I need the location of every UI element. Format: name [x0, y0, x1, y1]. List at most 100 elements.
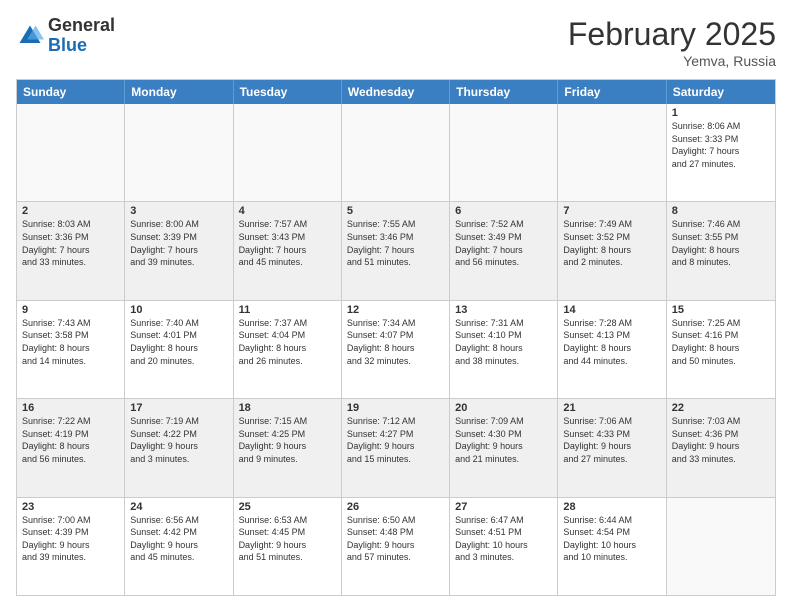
day-number: 21: [563, 402, 660, 414]
header: General Blue February 2025 Yemva, Russia: [16, 16, 776, 69]
day-number: 16: [22, 402, 119, 414]
cal-cell-21: 21Sunrise: 7:06 AM Sunset: 4:33 PM Dayli…: [558, 399, 666, 496]
day-number: 27: [455, 501, 552, 513]
cal-cell-28: 28Sunrise: 6:44 AM Sunset: 4:54 PM Dayli…: [558, 498, 666, 595]
day-number: 19: [347, 402, 444, 414]
day-number: 6: [455, 205, 552, 217]
day-info: Sunrise: 7:37 AM Sunset: 4:04 PM Dayligh…: [239, 317, 336, 367]
day-info: Sunrise: 6:47 AM Sunset: 4:51 PM Dayligh…: [455, 514, 552, 564]
cal-cell-7: 7Sunrise: 7:49 AM Sunset: 3:52 PM Daylig…: [558, 202, 666, 299]
day-number: 3: [130, 205, 227, 217]
day-info: Sunrise: 7:31 AM Sunset: 4:10 PM Dayligh…: [455, 317, 552, 367]
day-number: 10: [130, 304, 227, 316]
day-info: Sunrise: 7:03 AM Sunset: 4:36 PM Dayligh…: [672, 415, 770, 465]
day-number: 5: [347, 205, 444, 217]
day-info: Sunrise: 7:40 AM Sunset: 4:01 PM Dayligh…: [130, 317, 227, 367]
day-info: Sunrise: 6:50 AM Sunset: 4:48 PM Dayligh…: [347, 514, 444, 564]
cal-cell-12: 12Sunrise: 7:34 AM Sunset: 4:07 PM Dayli…: [342, 301, 450, 398]
day-number: 1: [672, 107, 770, 119]
cal-cell-18: 18Sunrise: 7:15 AM Sunset: 4:25 PM Dayli…: [234, 399, 342, 496]
cal-cell-empty: [17, 104, 125, 201]
logo-text: General Blue: [48, 16, 115, 56]
day-number: 13: [455, 304, 552, 316]
logo: General Blue: [16, 16, 115, 56]
day-info: Sunrise: 7:19 AM Sunset: 4:22 PM Dayligh…: [130, 415, 227, 465]
day-info: Sunrise: 7:00 AM Sunset: 4:39 PM Dayligh…: [22, 514, 119, 564]
day-number: 8: [672, 205, 770, 217]
day-info: Sunrise: 7:28 AM Sunset: 4:13 PM Dayligh…: [563, 317, 660, 367]
day-number: 17: [130, 402, 227, 414]
cal-cell-14: 14Sunrise: 7:28 AM Sunset: 4:13 PM Dayli…: [558, 301, 666, 398]
day-info: Sunrise: 6:53 AM Sunset: 4:45 PM Dayligh…: [239, 514, 336, 564]
day-number: 22: [672, 402, 770, 414]
day-info: Sunrise: 6:44 AM Sunset: 4:54 PM Dayligh…: [563, 514, 660, 564]
cal-row-3: 16Sunrise: 7:22 AM Sunset: 4:19 PM Dayli…: [17, 399, 775, 497]
header-cell-monday: Monday: [125, 80, 233, 104]
logo-blue: Blue: [48, 35, 87, 55]
cal-row-0: 1Sunrise: 8:06 AM Sunset: 3:33 PM Daylig…: [17, 104, 775, 202]
day-info: Sunrise: 7:46 AM Sunset: 3:55 PM Dayligh…: [672, 218, 770, 268]
calendar-body: 1Sunrise: 8:06 AM Sunset: 3:33 PM Daylig…: [17, 104, 775, 595]
calendar: SundayMondayTuesdayWednesdayThursdayFrid…: [16, 79, 776, 596]
header-cell-thursday: Thursday: [450, 80, 558, 104]
title-area: February 2025 Yemva, Russia: [568, 16, 776, 69]
month-title: February 2025: [568, 16, 776, 53]
header-cell-saturday: Saturday: [667, 80, 775, 104]
cal-cell-8: 8Sunrise: 7:46 AM Sunset: 3:55 PM Daylig…: [667, 202, 775, 299]
cal-row-1: 2Sunrise: 8:03 AM Sunset: 3:36 PM Daylig…: [17, 202, 775, 300]
day-info: Sunrise: 7:52 AM Sunset: 3:49 PM Dayligh…: [455, 218, 552, 268]
day-number: 24: [130, 501, 227, 513]
day-number: 12: [347, 304, 444, 316]
day-info: Sunrise: 8:00 AM Sunset: 3:39 PM Dayligh…: [130, 218, 227, 268]
day-number: 2: [22, 205, 119, 217]
day-info: Sunrise: 7:06 AM Sunset: 4:33 PM Dayligh…: [563, 415, 660, 465]
cal-cell-1: 1Sunrise: 8:06 AM Sunset: 3:33 PM Daylig…: [667, 104, 775, 201]
cal-cell-2: 2Sunrise: 8:03 AM Sunset: 3:36 PM Daylig…: [17, 202, 125, 299]
cal-cell-empty: [558, 104, 666, 201]
day-info: Sunrise: 7:25 AM Sunset: 4:16 PM Dayligh…: [672, 317, 770, 367]
cal-cell-24: 24Sunrise: 6:56 AM Sunset: 4:42 PM Dayli…: [125, 498, 233, 595]
cal-cell-22: 22Sunrise: 7:03 AM Sunset: 4:36 PM Dayli…: [667, 399, 775, 496]
cal-cell-27: 27Sunrise: 6:47 AM Sunset: 4:51 PM Dayli…: [450, 498, 558, 595]
day-info: Sunrise: 7:12 AM Sunset: 4:27 PM Dayligh…: [347, 415, 444, 465]
day-number: 14: [563, 304, 660, 316]
day-info: Sunrise: 7:15 AM Sunset: 4:25 PM Dayligh…: [239, 415, 336, 465]
day-number: 20: [455, 402, 552, 414]
day-number: 23: [22, 501, 119, 513]
day-number: 18: [239, 402, 336, 414]
cal-cell-empty: [234, 104, 342, 201]
day-number: 26: [347, 501, 444, 513]
day-number: 4: [239, 205, 336, 217]
cal-cell-10: 10Sunrise: 7:40 AM Sunset: 4:01 PM Dayli…: [125, 301, 233, 398]
day-info: Sunrise: 7:55 AM Sunset: 3:46 PM Dayligh…: [347, 218, 444, 268]
day-number: 28: [563, 501, 660, 513]
logo-icon: [16, 22, 44, 50]
cal-cell-25: 25Sunrise: 6:53 AM Sunset: 4:45 PM Dayli…: [234, 498, 342, 595]
cal-cell-26: 26Sunrise: 6:50 AM Sunset: 4:48 PM Dayli…: [342, 498, 450, 595]
page: General Blue February 2025 Yemva, Russia…: [0, 0, 792, 612]
cal-cell-23: 23Sunrise: 7:00 AM Sunset: 4:39 PM Dayli…: [17, 498, 125, 595]
cal-cell-9: 9Sunrise: 7:43 AM Sunset: 3:58 PM Daylig…: [17, 301, 125, 398]
cal-cell-empty: [342, 104, 450, 201]
header-cell-tuesday: Tuesday: [234, 80, 342, 104]
location: Yemva, Russia: [568, 53, 776, 69]
logo-general: General: [48, 15, 115, 35]
day-number: 15: [672, 304, 770, 316]
cal-row-2: 9Sunrise: 7:43 AM Sunset: 3:58 PM Daylig…: [17, 301, 775, 399]
cal-cell-empty: [450, 104, 558, 201]
cal-cell-13: 13Sunrise: 7:31 AM Sunset: 4:10 PM Dayli…: [450, 301, 558, 398]
day-number: 7: [563, 205, 660, 217]
header-cell-friday: Friday: [558, 80, 666, 104]
cal-cell-19: 19Sunrise: 7:12 AM Sunset: 4:27 PM Dayli…: [342, 399, 450, 496]
day-info: Sunrise: 7:43 AM Sunset: 3:58 PM Dayligh…: [22, 317, 119, 367]
cal-cell-6: 6Sunrise: 7:52 AM Sunset: 3:49 PM Daylig…: [450, 202, 558, 299]
cal-cell-15: 15Sunrise: 7:25 AM Sunset: 4:16 PM Dayli…: [667, 301, 775, 398]
cal-cell-3: 3Sunrise: 8:00 AM Sunset: 3:39 PM Daylig…: [125, 202, 233, 299]
header-cell-wednesday: Wednesday: [342, 80, 450, 104]
cal-cell-16: 16Sunrise: 7:22 AM Sunset: 4:19 PM Dayli…: [17, 399, 125, 496]
cal-cell-5: 5Sunrise: 7:55 AM Sunset: 3:46 PM Daylig…: [342, 202, 450, 299]
day-info: Sunrise: 7:22 AM Sunset: 4:19 PM Dayligh…: [22, 415, 119, 465]
day-info: Sunrise: 7:09 AM Sunset: 4:30 PM Dayligh…: [455, 415, 552, 465]
day-info: Sunrise: 7:57 AM Sunset: 3:43 PM Dayligh…: [239, 218, 336, 268]
day-number: 11: [239, 304, 336, 316]
